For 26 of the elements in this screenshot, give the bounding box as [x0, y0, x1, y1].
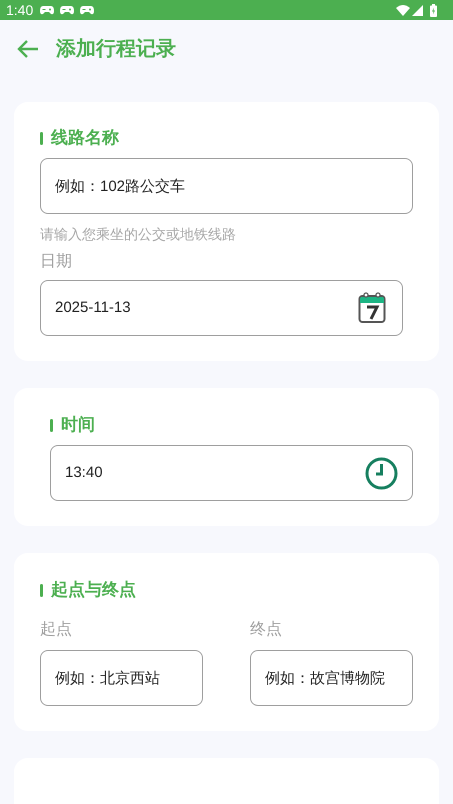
signal-icon: [412, 4, 423, 16]
field-label: 日期: [40, 252, 73, 272]
gamepad-icon: [80, 6, 94, 14]
helper-text: 请输入您乘坐的公交或地铁线路: [40, 225, 237, 244]
time-field[interactable]: 13:40: [50, 445, 413, 501]
section-marker: [50, 418, 53, 432]
field-label: 起点: [40, 620, 73, 640]
route-input-field[interactable]: 例如：102路公交车: [40, 158, 413, 214]
battery-icon: [430, 4, 437, 16]
page-title: 添加行程记录: [56, 37, 176, 62]
clock-icon[interactable]: [365, 456, 398, 490]
section-title: 线路名称: [51, 127, 119, 150]
stop-input-field[interactable]: 例如：故宫博物院: [250, 650, 413, 706]
gamepad-icon: [40, 6, 54, 14]
status-time: 1:40: [6, 1, 34, 20]
back-arrow-icon[interactable]: [17, 40, 39, 58]
section-title: 起点与终点: [51, 579, 136, 602]
gamepad-icon: [60, 6, 74, 14]
date-field[interactable]: 2025-11-13: [40, 280, 403, 336]
section-marker: [40, 132, 43, 144]
section-title: 时间: [61, 414, 95, 436]
calendar-icon[interactable]: [358, 292, 386, 324]
field-label: 终点: [250, 620, 283, 640]
stop-input-field[interactable]: 例如：北京西站: [40, 650, 203, 706]
wifi-icon: [396, 4, 410, 16]
section-marker: [40, 584, 43, 596]
